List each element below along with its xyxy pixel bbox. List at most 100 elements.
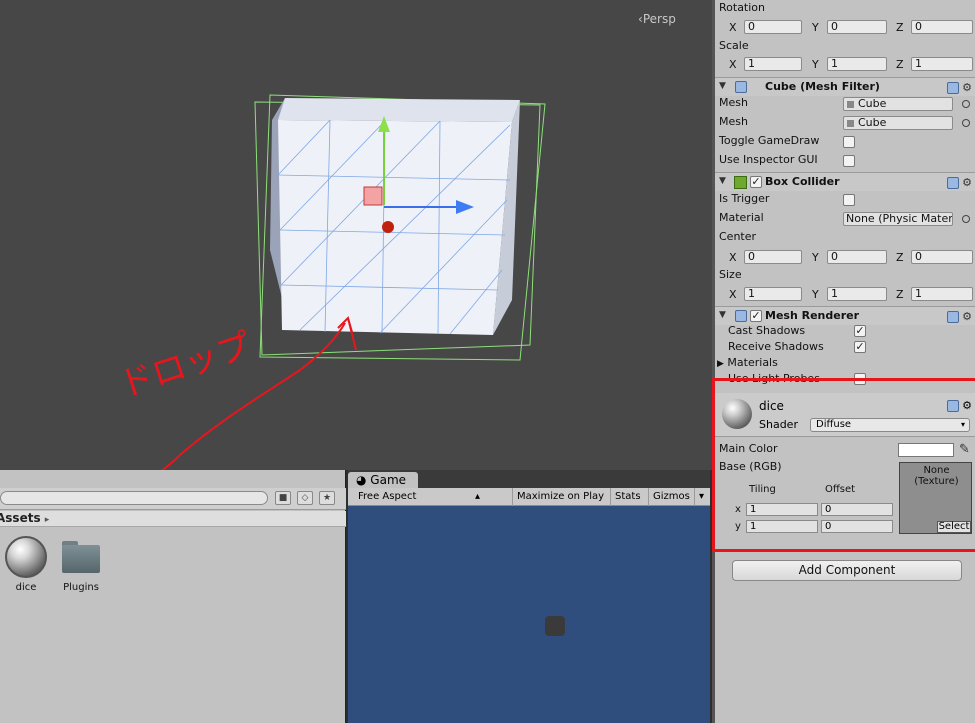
asset-label: dice bbox=[15, 582, 37, 593]
help-book-icon[interactable] bbox=[946, 82, 959, 94]
gizmo-center-square bbox=[363, 186, 383, 206]
game-view: ◕ Game Free Aspect ▴ Maximize on Play St… bbox=[348, 470, 710, 723]
label-filter-icon[interactable]: ◇ bbox=[297, 491, 313, 505]
receive-shadows-label: Receive Shadows bbox=[728, 340, 824, 353]
fold-arrow-icon[interactable]: ▼ bbox=[719, 176, 726, 186]
scene-canvas bbox=[160, 94, 546, 470]
mesh2-object-field[interactable]: Cube bbox=[843, 116, 953, 130]
add-component-button[interactable]: Add Component bbox=[732, 560, 962, 581]
materials-label: Materials bbox=[727, 356, 778, 369]
rotation-z-field[interactable]: 0 bbox=[911, 20, 973, 34]
breadcrumb: Assets ▸ bbox=[0, 511, 346, 527]
axis-z-label: Z bbox=[896, 251, 904, 264]
center-z-field[interactable]: 0 bbox=[911, 250, 973, 264]
game-toolbar: Free Aspect ▴ Maximize on Play Stats Giz… bbox=[348, 488, 710, 506]
mesh-object-field[interactable]: Cube bbox=[843, 97, 953, 111]
fold-arrow-icon: ▶ bbox=[717, 359, 724, 369]
axis-y-label: Y bbox=[812, 21, 819, 34]
scale-fields: X 1 Y 1 Z 1 bbox=[715, 57, 975, 72]
scale-z-field[interactable]: 1 bbox=[911, 57, 973, 71]
breadcrumb-assets[interactable]: Assets bbox=[0, 511, 41, 525]
gizmos-button[interactable]: Gizmos bbox=[648, 488, 694, 506]
collider-material-field[interactable]: None (Physic Mater bbox=[843, 212, 953, 226]
help-book-icon[interactable] bbox=[946, 311, 959, 323]
create-filter-icon[interactable]: ■ bbox=[275, 491, 291, 505]
box-collider-enabled-checkbox[interactable]: ✓ bbox=[750, 176, 762, 188]
fold-arrow-icon[interactable]: ▼ bbox=[719, 310, 726, 320]
project-panel: ■ ◇ ★ Assets ▸ dice Plugins bbox=[0, 470, 346, 723]
game-tab-icon: ◕ bbox=[356, 473, 371, 487]
cast-shadows-checkbox[interactable]: ✓ bbox=[854, 325, 866, 337]
mesh-filter-header[interactable]: ▼ Cube (Mesh Filter) ⚙ bbox=[715, 77, 975, 96]
rotation-y-field[interactable]: 0 bbox=[827, 20, 887, 34]
mesh-value: Cube bbox=[858, 97, 887, 110]
cube-top bbox=[278, 98, 520, 122]
mesh2-value: Cube bbox=[858, 116, 887, 129]
size-y-field[interactable]: 1 bbox=[827, 287, 887, 301]
game-tabbar: ◕ Game bbox=[348, 470, 710, 489]
scene-view[interactable]: ‹Persp ドロップ bbox=[0, 0, 712, 470]
mesh-filter-icon bbox=[735, 81, 747, 93]
help-book-icon[interactable] bbox=[946, 177, 959, 189]
receive-shadows-checkbox[interactable]: ✓ bbox=[854, 341, 866, 353]
materials-foldout[interactable]: ▶ Materials bbox=[717, 355, 778, 371]
game-cube bbox=[545, 616, 565, 636]
box-collider-header[interactable]: ▼ ✓ Box Collider ⚙ bbox=[715, 172, 975, 191]
toggle-gamedraw-label: Toggle GameDraw bbox=[719, 134, 820, 147]
size-z-field[interactable]: 1 bbox=[911, 287, 973, 301]
tab-game-label: Game bbox=[370, 473, 407, 487]
highlight-box bbox=[712, 378, 975, 552]
project-toolbar: ■ ◇ ★ bbox=[0, 488, 346, 510]
component-menu-icons[interactable]: ⚙ bbox=[946, 310, 972, 323]
stats-button[interactable]: Stats bbox=[610, 488, 645, 506]
is-trigger-label: Is Trigger bbox=[719, 192, 770, 205]
axis-y-label: Y bbox=[812, 288, 819, 301]
folder-icon bbox=[62, 541, 100, 573]
cast-shadows-label: Cast Shadows bbox=[728, 324, 806, 337]
use-inspector-gui-checkbox[interactable] bbox=[843, 155, 855, 167]
size-label: Size bbox=[719, 268, 742, 281]
component-menu-icons[interactable]: ⚙ bbox=[946, 81, 972, 94]
favorite-star-icon[interactable]: ★ bbox=[319, 491, 335, 505]
tab-game[interactable]: ◕ Game bbox=[348, 472, 418, 489]
size-x-field[interactable]: 1 bbox=[744, 287, 802, 301]
cube-face bbox=[278, 120, 512, 335]
axis-x-label: X bbox=[729, 251, 737, 264]
object-picker-icon[interactable] bbox=[962, 215, 970, 223]
inspector-panel: Rotation X 0 Y 0 Z 0 Scale X 1 Y 1 Z 1 ▼… bbox=[712, 0, 975, 723]
rotation-x-field[interactable]: 0 bbox=[744, 20, 802, 34]
center-y-field[interactable]: 0 bbox=[827, 250, 887, 264]
object-picker-icon[interactable] bbox=[962, 119, 970, 127]
scale-x-field[interactable]: 1 bbox=[744, 57, 802, 71]
mesh2-label: Mesh bbox=[719, 115, 748, 128]
size-fields: X 1 Y 1 Z 1 bbox=[715, 287, 975, 302]
scale-y-field[interactable]: 1 bbox=[827, 57, 887, 71]
asset-label: Plugins bbox=[63, 582, 99, 593]
fold-arrow-icon[interactable]: ▼ bbox=[719, 81, 726, 91]
axis-x-label: X bbox=[729, 288, 737, 301]
material-sphere-icon bbox=[5, 536, 47, 578]
axis-x-label: X bbox=[729, 58, 737, 71]
axis-z-label: Z bbox=[896, 21, 904, 34]
axis-y-label: Y bbox=[812, 58, 819, 71]
component-menu-icons[interactable]: ⚙ bbox=[946, 176, 972, 189]
box-collider-icon bbox=[734, 176, 747, 189]
toggle-gamedraw-checkbox[interactable] bbox=[843, 136, 855, 148]
is-trigger-checkbox[interactable] bbox=[843, 194, 855, 206]
use-inspector-gui-label: Use Inspector GUI bbox=[719, 153, 818, 166]
asset-plugins[interactable]: Plugins bbox=[53, 536, 109, 593]
axis-z-label: Z bbox=[896, 288, 904, 301]
center-x-field[interactable]: 0 bbox=[744, 250, 802, 264]
project-search-input[interactable] bbox=[0, 491, 268, 505]
breadcrumb-arrow-icon: ▸ bbox=[44, 515, 50, 525]
scale-label: Scale bbox=[719, 39, 749, 52]
maximize-on-play-button[interactable]: Maximize on Play bbox=[512, 488, 608, 506]
gizmos-caret-icon[interactable]: ▾ bbox=[694, 488, 710, 506]
aspect-caret-icon: ▴ bbox=[474, 491, 480, 502]
aspect-dropdown[interactable]: Free Aspect ▴ bbox=[348, 488, 484, 506]
center-fields: X 0 Y 0 Z 0 bbox=[715, 250, 975, 265]
mesh-renderer-enabled-checkbox[interactable]: ✓ bbox=[750, 310, 762, 322]
asset-dice[interactable]: dice bbox=[0, 536, 54, 593]
mesh-filter-title: Cube (Mesh Filter) bbox=[765, 80, 880, 93]
object-picker-icon[interactable] bbox=[962, 100, 970, 108]
